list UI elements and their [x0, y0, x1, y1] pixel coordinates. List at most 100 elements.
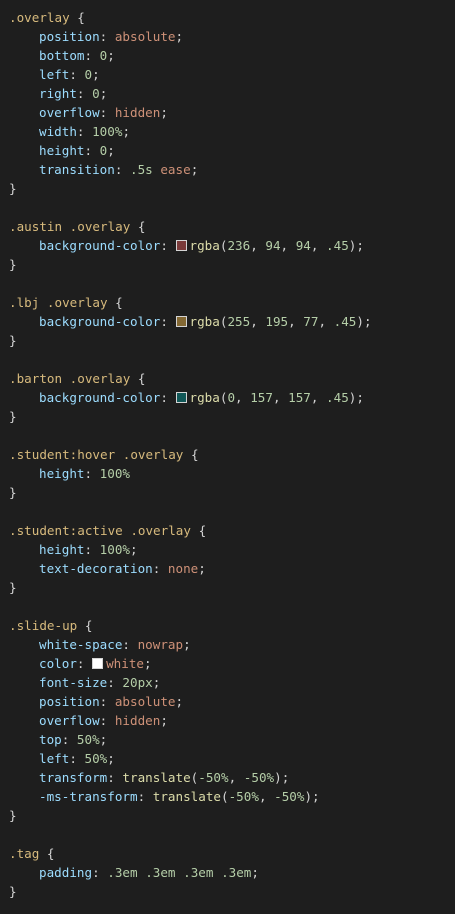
blank-line[interactable]: ​ — [0, 597, 455, 616]
code-line[interactable]: text-decoration: none; — [0, 559, 455, 578]
code-line[interactable]: .barton .overlay { — [0, 369, 455, 388]
token-sel: .overlay — [9, 10, 70, 25]
code-line[interactable]: .austin .overlay { — [0, 217, 455, 236]
token-num: 100% — [99, 542, 131, 557]
token-punc: } — [9, 257, 17, 272]
code-line[interactable]: white-space: nowrap; — [0, 635, 455, 654]
token-punc: } — [9, 884, 17, 899]
blank-line[interactable]: ​ — [0, 426, 455, 445]
color-swatch-icon[interactable] — [175, 316, 187, 327]
token-punc: } — [9, 485, 17, 500]
token-num: -50% — [243, 770, 275, 785]
token-num: 50% — [76, 732, 100, 747]
color-swatch-icon[interactable] — [92, 658, 104, 669]
code-line[interactable]: width: 100%; — [0, 122, 455, 141]
token-kw: ease — [160, 162, 191, 177]
token-prop: -ms-transform — [39, 789, 138, 804]
blank-line[interactable]: ​ — [0, 198, 455, 217]
token-num: 0 — [92, 86, 100, 101]
code-line[interactable]: padding: .3em .3em .3em .3em; — [0, 863, 455, 882]
token-punc: ; — [144, 656, 152, 671]
code-line[interactable]: .student:active .overlay { — [0, 521, 455, 540]
code-editor[interactable]: .overlay {position: absolute; bottom: 0; l… — [0, 0, 455, 914]
token-num: .45 — [326, 238, 349, 253]
token-num: -50% — [228, 789, 259, 804]
token-sel: .lbj .overlay — [9, 295, 108, 310]
code-line[interactable]: .slide-up { — [0, 616, 455, 635]
code-line[interactable]: } — [0, 483, 455, 502]
token-prop: overflow — [39, 105, 100, 120]
code-line[interactable]: right: 0; — [0, 84, 455, 103]
code-line[interactable]: } — [0, 179, 455, 198]
code-line[interactable]: } — [0, 578, 455, 597]
token-punc: , — [288, 314, 304, 329]
code-line[interactable]: .student:hover .overlay { — [0, 445, 455, 464]
token-punc: , — [235, 390, 251, 405]
token-punc: : — [160, 390, 176, 405]
code-line[interactable]: color: white; — [0, 654, 455, 673]
blank-line[interactable]: ​ — [0, 274, 455, 293]
code-line[interactable]: position: absolute; — [0, 692, 455, 711]
code-line[interactable]: .tag { — [0, 844, 455, 863]
token-punc: { — [190, 523, 207, 538]
token-punc: ( — [221, 789, 229, 804]
code-line[interactable]: background-color: rgba(236, 94, 94, .45)… — [0, 236, 455, 255]
blank-line[interactable]: ​ — [0, 502, 455, 521]
token-num: .45 — [333, 314, 357, 329]
code-line[interactable]: position: absolute; — [0, 27, 455, 46]
token-punc: : — [76, 656, 93, 671]
code-line[interactable]: left: 0; — [0, 65, 455, 84]
token-num: 100% — [99, 466, 131, 481]
code-line[interactable]: height: 100%; — [0, 540, 455, 559]
token-punc: : — [122, 637, 138, 652]
token-punc: } — [9, 409, 17, 424]
token-fn: translate — [122, 770, 191, 785]
token-num: 0 — [84, 67, 93, 82]
token-num: .3em — [221, 865, 252, 880]
token-num: -50% — [198, 770, 229, 785]
code-line[interactable]: bottom: 0; — [0, 46, 455, 65]
code-line[interactable]: } — [0, 806, 455, 825]
color-swatch-icon[interactable] — [175, 240, 187, 251]
token-prop: height — [39, 542, 85, 557]
code-line[interactable]: overflow: hidden; — [0, 103, 455, 122]
color-swatch-icon[interactable] — [175, 392, 187, 403]
token-kw: absolute — [114, 29, 176, 44]
code-line[interactable]: height: 100% — [0, 464, 455, 483]
token-punc: , — [310, 238, 327, 253]
code-line[interactable]: } — [0, 882, 455, 901]
code-line[interactable]: left: 50%; — [0, 749, 455, 768]
code-line[interactable]: -ms-transform: translate(-50%, -50%); — [0, 787, 455, 806]
token-num: -50% — [274, 789, 305, 804]
code-line[interactable]: transform: translate(-50%, -50%); — [0, 768, 455, 787]
code-line[interactable]: } — [0, 331, 455, 350]
token-num: 94 — [265, 238, 281, 253]
code-line[interactable]: .lbj .overlay { — [0, 293, 455, 312]
code-line[interactable]: .overlay { — [0, 8, 455, 27]
token-punc: , — [318, 314, 334, 329]
token-punc: : — [84, 48, 100, 63]
code-line[interactable]: font-size: 20px; — [0, 673, 455, 692]
code-line[interactable]: } — [0, 255, 455, 274]
code-line[interactable]: background-color: rgba(255, 195, 77, .45… — [0, 312, 455, 331]
token-num: 157 — [288, 390, 311, 405]
token-num: 20px — [122, 675, 153, 690]
code-line[interactable]: } — [0, 407, 455, 426]
blank-line[interactable]: ​ — [0, 825, 455, 844]
token-punc: : — [160, 314, 176, 329]
token-sel: .slide-up — [9, 618, 78, 633]
code-line[interactable]: top: 50%; — [0, 730, 455, 749]
code-line[interactable]: transition: .5s ease; — [0, 160, 455, 179]
code-line[interactable]: height: 0; — [0, 141, 455, 160]
blank-line[interactable]: ​ — [0, 350, 455, 369]
token-prop: font-size — [39, 675, 108, 690]
code-line[interactable]: background-color: rgba(0, 157, 157, .45)… — [0, 388, 455, 407]
token-num: .45 — [326, 390, 349, 405]
token-punc: ; — [160, 105, 168, 120]
token-punc: { — [183, 447, 199, 462]
token-punc: ); — [274, 770, 290, 785]
token-punc: : — [114, 162, 130, 177]
token-punc: ; — [107, 751, 115, 766]
code-line[interactable]: overflow: hidden; — [0, 711, 455, 730]
token-prop: bottom — [39, 48, 85, 63]
